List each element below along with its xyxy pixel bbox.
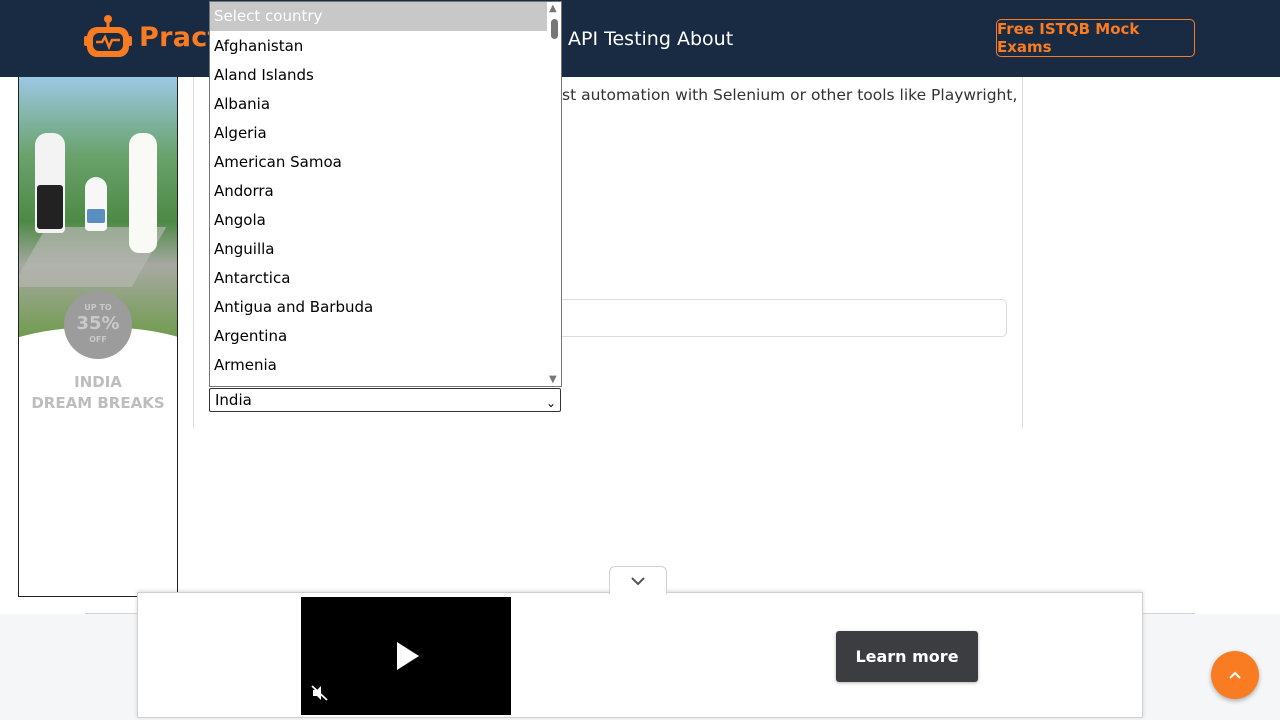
badge-up-to: UP TO [84, 303, 112, 312]
site-header: Pract API Testing About Free ISTQB Mock … [0, 0, 1280, 77]
dropdown-scrollbar[interactable]: ▲ ▼ [547, 2, 561, 386]
collapse-ad-button[interactable] [609, 566, 667, 594]
scroll-to-top-button[interactable] [1211, 651, 1259, 699]
ad-photo-person-shorts [37, 185, 63, 229]
bottom-anchor-ad[interactable] [137, 592, 1143, 718]
country-option[interactable]: Antigua and Barbuda [210, 293, 547, 322]
country-option[interactable]: Argentina [210, 322, 547, 351]
country-option[interactable]: Afghanistan [210, 32, 547, 61]
ad-photo-child-shorts [87, 209, 105, 223]
country-option[interactable]: Select country [210, 2, 547, 31]
country-select[interactable]: India ⌄ [209, 388, 561, 412]
istqb-mock-exams-button[interactable]: Free ISTQB Mock Exams [996, 19, 1195, 57]
country-dropdown-list[interactable]: Select country Afghanistan Aland Islands… [209, 1, 562, 387]
ad-video-player[interactable] [301, 597, 511, 715]
country-option[interactable]: Antarctica [210, 264, 547, 293]
scroll-up-arrow-icon[interactable]: ▲ [549, 3, 557, 14]
ad-title: INDIA DREAM BREAKS [19, 372, 177, 414]
scroll-down-arrow-icon[interactable]: ▼ [549, 374, 557, 385]
country-select-value: India [215, 391, 252, 409]
badge-percent: 35% [76, 313, 120, 334]
nav-about[interactable]: About [677, 28, 733, 50]
muted-speaker-icon[interactable] [311, 685, 329, 701]
ad-title-line1: INDIA [74, 373, 122, 391]
text-input-field[interactable] [548, 299, 1007, 337]
country-option[interactable]: Albania [210, 90, 547, 119]
country-option[interactable]: Algeria [210, 119, 547, 148]
chevron-down-icon: ⌄ [545, 396, 556, 410]
scrollbar-thumb[interactable] [551, 19, 558, 39]
nav-api-testing[interactable]: API Testing [568, 28, 671, 50]
left-sidebar-ad[interactable]: UP TO 35% OFF INDIA DREAM BREAKS [18, 77, 178, 597]
country-option[interactable]: Andorra [210, 177, 547, 206]
country-option[interactable]: Armenia [210, 351, 547, 380]
badge-off: OFF [89, 335, 107, 344]
ad-photo-woman [129, 133, 157, 253]
play-icon[interactable] [397, 642, 419, 670]
country-option[interactable]: Anguilla [210, 235, 547, 264]
robot-logo-icon[interactable] [84, 14, 132, 60]
chevron-down-icon [631, 576, 645, 585]
ad-discount-badge: UP TO 35% OFF [64, 291, 132, 359]
chevron-up-icon [1229, 671, 1241, 679]
country-option[interactable]: American Samoa [210, 148, 547, 177]
learn-more-button[interactable]: Learn more [836, 631, 978, 682]
intro-text: st automation with Selenium or other too… [562, 86, 1018, 104]
country-option[interactable]: Aland Islands [210, 61, 547, 90]
country-option[interactable]: Angola [210, 206, 547, 235]
ad-title-line2: DREAM BREAKS [31, 394, 165, 412]
